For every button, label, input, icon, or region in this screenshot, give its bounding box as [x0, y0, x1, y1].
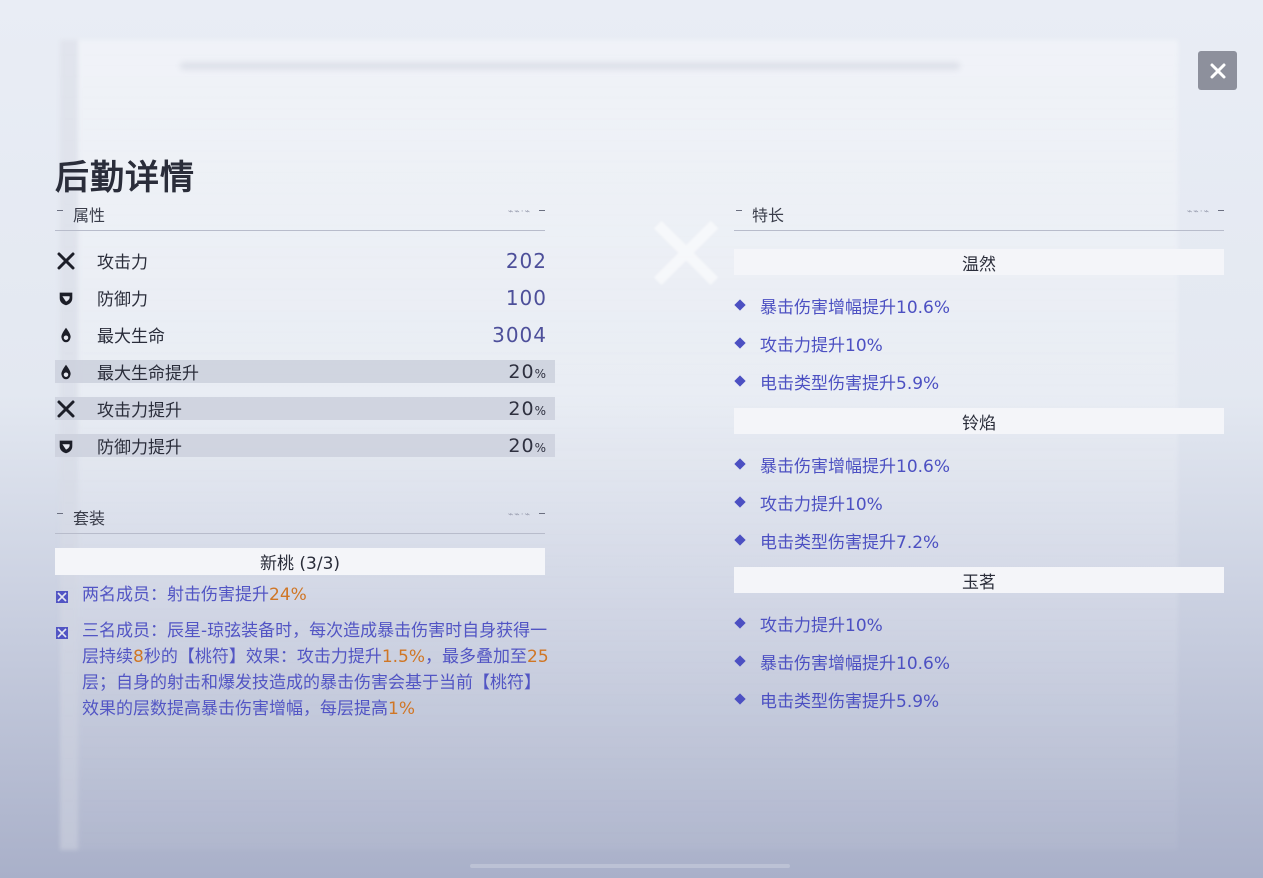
section-header-attributes: 属性 ⌁⌁·⌁	[55, 206, 545, 231]
attribute-value: 100	[505, 285, 547, 310]
diamond-bullet-icon	[734, 458, 746, 470]
attribute-value: 3004	[492, 322, 547, 347]
diamond-bullet-icon	[734, 375, 746, 387]
section-header-specialties: 特长 ⌁⌁·⌁	[734, 206, 1224, 231]
background-decoration	[470, 864, 790, 868]
specialty-group-header: 温然	[734, 249, 1224, 275]
attribute-row: 攻击力 202	[55, 248, 555, 273]
diamond-bullet-icon	[734, 655, 746, 667]
specialty-item: 电击类型伤害提升7.2%	[734, 528, 939, 553]
bullet-icon	[55, 586, 69, 603]
diamond-bullet-icon	[734, 337, 746, 349]
specialty-item: 暴击伤害增幅提升10.6%	[734, 649, 950, 674]
specialty-item: 暴击伤害增幅提升10.6%	[734, 452, 950, 477]
attribute-row: 防御力 100	[55, 285, 555, 310]
crossed-swords-icon	[55, 250, 77, 272]
set-effect: 两名成员：射击伤害提升24%	[55, 582, 555, 608]
section-header-set: 套装 ⌁⌁·⌁	[55, 509, 545, 534]
section-label: 属性	[73, 206, 106, 225]
shield-icon	[55, 435, 77, 457]
specialty-item: 暴击伤害增幅提升10.6%	[734, 293, 950, 318]
shield-icon	[55, 287, 77, 309]
set-effect: 三名成员：辰星-琼弦装备时，每次造成暴击伤害时自身获得一层持续8秒的【桃符】效果…	[55, 618, 555, 722]
diamond-bullet-icon	[734, 496, 746, 508]
diamond-bullet-icon	[734, 299, 746, 311]
specialty-item: 攻击力提升10%	[734, 490, 883, 515]
diamond-bullet-icon	[734, 534, 746, 546]
crossed-swords-icon	[55, 398, 77, 420]
specialty-item: 攻击力提升10%	[734, 611, 883, 636]
specialty-group-header: 铃焰	[734, 408, 1224, 434]
droplet-icon	[55, 361, 77, 383]
close-button[interactable]	[1198, 51, 1237, 90]
attribute-name: 最大生命提升	[97, 364, 199, 384]
attribute-name: 攻击力提升	[97, 401, 182, 421]
diamond-bullet-icon	[734, 617, 746, 629]
decoration-text: ⌁⌁·⌁	[1186, 207, 1210, 217]
specialty-item: 电击类型伤害提升5.9%	[734, 369, 939, 394]
diamond-bullet-icon	[734, 693, 746, 705]
attribute-name: 攻击力	[97, 253, 148, 273]
decoration-text: ⌁⌁·⌁	[507, 207, 531, 217]
background-decoration	[180, 62, 960, 70]
section-label: 特长	[752, 206, 785, 225]
droplet-icon	[55, 324, 77, 346]
attribute-value: 20%	[508, 360, 547, 383]
attribute-name: 防御力	[97, 290, 148, 310]
attribute-value: 20%	[508, 397, 547, 420]
specialty-item: 攻击力提升10%	[734, 331, 883, 356]
specialty-group-header: 玉茗	[734, 567, 1224, 593]
bullet-icon	[55, 622, 69, 639]
set-name: 新桃 (3/3)	[259, 554, 341, 574]
decoration-text: ⌁⌁·⌁	[507, 510, 531, 520]
specialty-item: 电击类型伤害提升5.9%	[734, 687, 939, 712]
section-label: 套装	[73, 509, 106, 528]
page-title: 后勤详情	[55, 158, 195, 198]
set-name-bar: 新桃 (3/3)	[55, 548, 545, 575]
attribute-row: 最大生命 3004	[55, 322, 555, 347]
attribute-row: 最大生命提升 20%	[55, 360, 555, 384]
attribute-row: 防御力提升 20%	[55, 434, 555, 458]
attribute-name: 防御力提升	[97, 438, 182, 458]
attribute-name: 最大生命	[97, 327, 165, 347]
attribute-value: 20%	[508, 434, 547, 457]
attribute-row: 攻击力提升 20%	[55, 397, 555, 421]
attribute-value: 202	[505, 248, 547, 273]
close-icon	[1210, 63, 1225, 78]
